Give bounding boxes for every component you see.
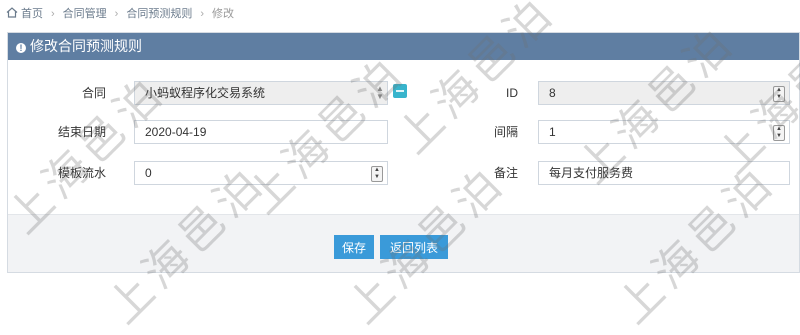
id-spinner-icon[interactable]: ▲ ▼: [773, 86, 785, 102]
contract-label: 合同: [81, 86, 106, 100]
breadcrumb-separator: ›: [51, 8, 55, 20]
breadcrumb-current: 修改: [212, 8, 235, 20]
contract-select[interactable]: 小蚂蚁程序化交易系统 ▲ ▼: [134, 81, 388, 105]
interval-label: 间隔: [493, 125, 518, 139]
breadcrumb-home[interactable]: 首页: [21, 8, 43, 20]
id-label: ID: [506, 86, 518, 100]
template-serial-spinner-icon[interactable]: ▲ ▼: [371, 166, 383, 182]
id-value: 8: [549, 86, 556, 100]
home-icon[interactable]: [6, 7, 18, 18]
end-date-value: 2020-04-19: [145, 125, 207, 139]
remark-value: 每月支付服务费: [549, 166, 634, 180]
interval-spinner-icon[interactable]: ▲ ▼: [773, 125, 785, 141]
contract-value: 小蚂蚁程序化交易系统: [145, 86, 266, 100]
template-serial-input[interactable]: 0 ▲ ▼: [134, 161, 388, 185]
panel-header: ! 修改合同预测规则: [8, 33, 799, 60]
breadcrumb-separator: ›: [114, 8, 119, 20]
template-serial-value: 0: [145, 166, 152, 180]
save-button[interactable]: 保存: [334, 235, 374, 259]
interval-value: 1: [549, 125, 556, 139]
id-field[interactable]: 8 ▲ ▼: [538, 81, 790, 105]
remark-label: 备注: [493, 166, 518, 180]
edit-panel: ! 修改合同预测规则 合同 小蚂蚁程序化交易系统 ▲ ▼ ID 8 ▲ ▼ 结束日期 …: [7, 32, 800, 273]
breadcrumb: 首页 › 合同管理 › 合同预测规则 › 修改: [6, 4, 234, 24]
remark-input[interactable]: 每月支付服务费: [538, 161, 790, 185]
breadcrumb-contract-forecast-rules[interactable]: 合同预测规则: [126, 8, 192, 20]
interval-input[interactable]: 1 ▲ ▼: [538, 120, 790, 144]
back-to-list-button[interactable]: 返回列表: [380, 235, 448, 259]
breadcrumb-contract-management[interactable]: 合同管理: [63, 8, 107, 20]
contract-picker-button[interactable]: [393, 84, 407, 98]
info-icon: !: [16, 43, 26, 53]
template-serial-label: 模板流水: [57, 166, 106, 180]
panel-title: 修改合同预测规则: [30, 38, 142, 54]
select-arrow-icon: ▲ ▼: [376, 84, 384, 101]
breadcrumb-separator: ›: [200, 8, 205, 20]
end-date-label: 结束日期: [57, 125, 106, 139]
form-footer: 保存 返回列表: [8, 214, 799, 272]
end-date-input[interactable]: 2020-04-19: [134, 120, 388, 144]
